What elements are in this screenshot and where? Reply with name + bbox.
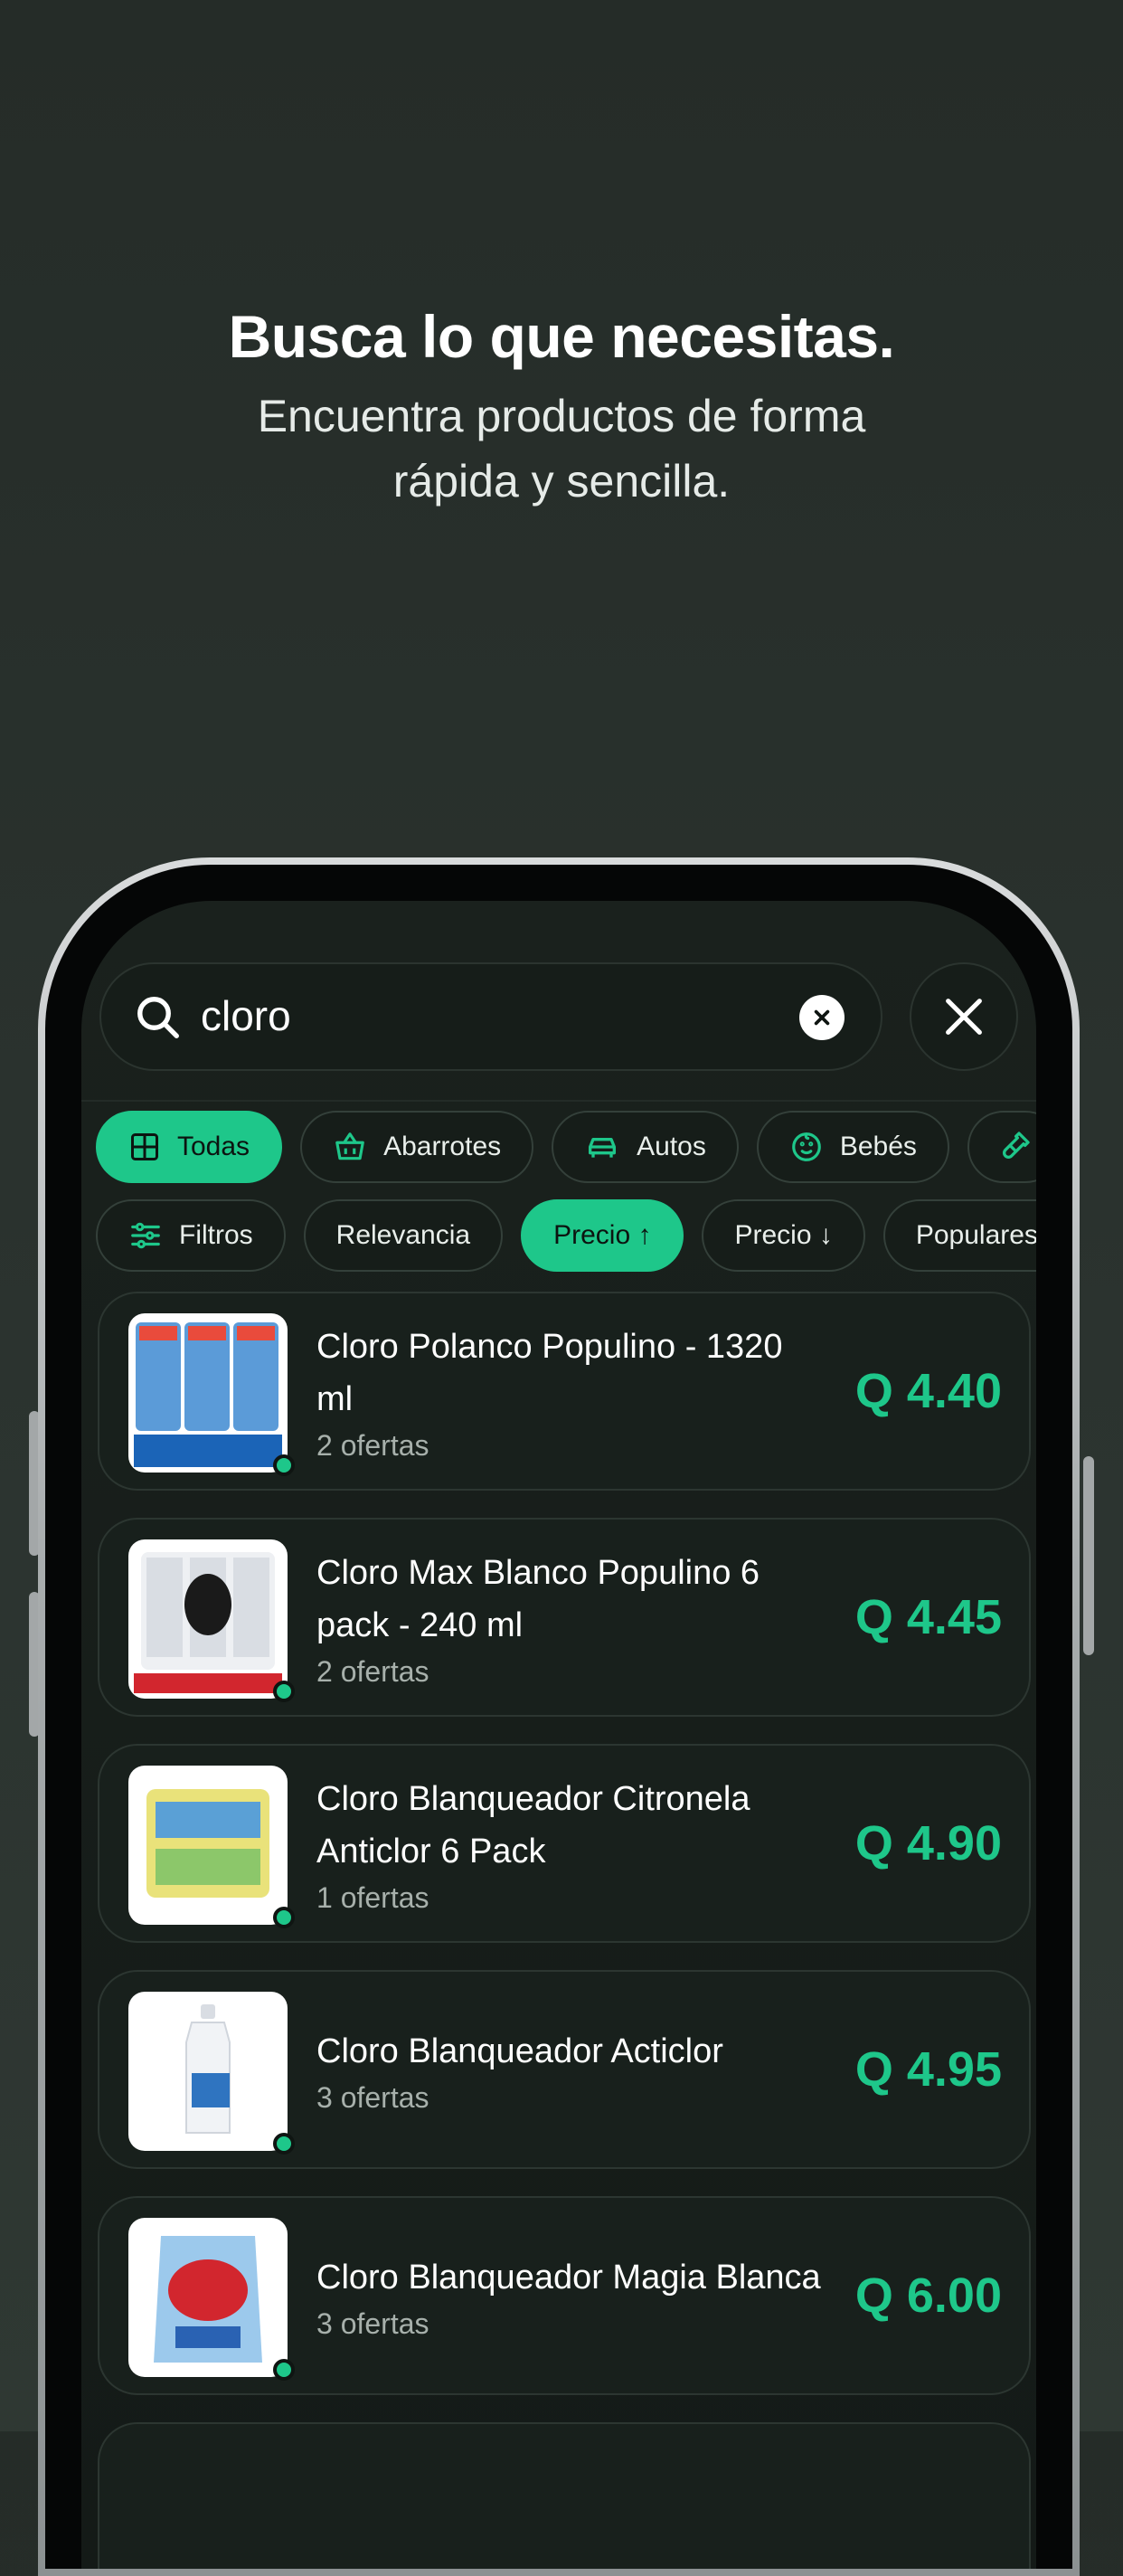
product-card[interactable]: Cloro Blanqueador Acticlor 3 ofertas Q 4… (98, 1970, 1031, 2169)
chip-category-autos[interactable]: Autos (552, 1111, 739, 1183)
search-input[interactable]: cloro (99, 962, 882, 1071)
product-image (128, 1313, 288, 1473)
product-price: Q 4.40 (854, 1364, 1002, 1418)
chip-category-bebidas[interactable] (967, 1111, 1036, 1183)
search-icon (137, 997, 179, 1038)
chip-label: Precio ↓ (734, 1220, 833, 1250)
hero: Busca lo que necesitas. Encuentra produc… (0, 298, 1123, 514)
product-image (128, 2218, 288, 2377)
product-price: Q 4.45 (854, 1590, 1002, 1644)
chip-label: Relevancia (335, 1220, 471, 1250)
sort-precio-asc[interactable]: Precio ↑ (521, 1199, 684, 1272)
car-icon (589, 1138, 617, 1158)
product-image (128, 1766, 288, 1925)
chip-label: Populares (915, 1220, 1036, 1250)
product-card[interactable] (98, 2422, 1031, 2569)
product-image (128, 1539, 288, 1699)
product-offers: 3 ofertas (316, 2306, 429, 2340)
product-name: Cloro Blanqueador Citronela Anticlor 6 P… (316, 1779, 750, 1870)
chip-category-bebes[interactable]: Bebés (756, 1111, 949, 1183)
product-offers: 2 ofertas (316, 1654, 429, 1688)
clear-icon (814, 1009, 830, 1026)
filters-button[interactable]: Filtros (96, 1199, 286, 1272)
clear-search-button[interactable] (799, 995, 845, 1040)
product-price: Q 4.95 (854, 2042, 1002, 2097)
product-name: Cloro Max Blanco Populino 6 pack - 240 m… (316, 1553, 760, 1644)
chip-label: Autos (637, 1132, 706, 1161)
phone-frame: cloro Todas Abarrotes Autos Bebés Filtro… (38, 857, 1080, 2576)
product-offers: 1 ofertas (316, 1880, 429, 1914)
product-card[interactable]: Cloro Polanco Populino - 1320 ml 2 ofert… (98, 1292, 1031, 1491)
chip-label: Todas (177, 1132, 250, 1161)
close-icon (946, 999, 982, 1035)
hero-subtitle-line1: Encuentra productos de forma (257, 391, 866, 441)
product-price: Q 6.00 (854, 2268, 1002, 2323)
product-card[interactable]: Cloro Blanqueador Magia Blanca 3 ofertas… (98, 2196, 1031, 2395)
product-card[interactable]: Cloro Blanqueador Citronela Anticlor 6 P… (98, 1744, 1031, 1943)
availability-dot (273, 2133, 295, 2155)
product-image (128, 1992, 288, 2151)
hero-subtitle-line2: rápida y sencilla. (392, 456, 731, 507)
search-query[interactable]: cloro (201, 991, 291, 1040)
hero-title: Busca lo que necesitas. (228, 303, 895, 370)
phone-power-button (1083, 1456, 1094, 1655)
chip-label: Bebés (839, 1132, 917, 1161)
sort-relevancia[interactable]: Relevancia (303, 1199, 504, 1272)
product-name: Cloro Polanco Populino - 1320 ml (316, 1327, 783, 1418)
product-offers: 2 ofertas (316, 1428, 429, 1462)
divider (81, 1100, 1036, 1102)
close-button[interactable] (910, 962, 1018, 1071)
category-chips: Todas Abarrotes Autos Bebés (96, 1111, 1036, 1183)
product-name: Cloro Blanqueador Magia Blanca (316, 2258, 821, 2297)
basket-icon (335, 1132, 364, 1160)
sort-chips: Filtros Relevancia Precio ↑ Precio ↓ Pop… (96, 1199, 1036, 1272)
chip-category-todas[interactable]: Todas (96, 1111, 283, 1183)
availability-dot (273, 2359, 295, 2381)
bottle-icon (1002, 1132, 1030, 1160)
product-card[interactable]: Cloro Max Blanco Populino 6 pack - 240 m… (98, 1518, 1031, 1717)
chip-label: Filtros (179, 1220, 253, 1250)
hero-subtitle: Encuentra productos de forma rápida y se… (0, 384, 1123, 514)
app-screen: cloro Todas Abarrotes Autos Bebés Filtro… (81, 901, 1036, 2569)
availability-dot (273, 1454, 295, 1476)
baby-icon (792, 1132, 821, 1161)
chip-label: Precio ↑ (553, 1220, 652, 1250)
sort-populares[interactable]: Populares (882, 1199, 1036, 1272)
product-price: Q 4.90 (854, 1816, 1002, 1870)
phone-bezel: cloro Todas Abarrotes Autos Bebés Filtro… (45, 865, 1072, 2569)
product-name: Cloro Blanqueador Acticlor (316, 2031, 723, 2070)
sort-precio-desc[interactable]: Precio ↓ (702, 1199, 865, 1272)
availability-dot (273, 1681, 295, 1702)
product-offers: 3 ofertas (316, 2080, 429, 2114)
sliders-icon (131, 1222, 160, 1249)
availability-dot (273, 1907, 295, 1928)
search-bar: cloro (99, 962, 1018, 1071)
chip-label: Abarrotes (383, 1132, 502, 1161)
chip-category-abarrotes[interactable]: Abarrotes (300, 1111, 534, 1183)
grid-icon (131, 1133, 158, 1160)
